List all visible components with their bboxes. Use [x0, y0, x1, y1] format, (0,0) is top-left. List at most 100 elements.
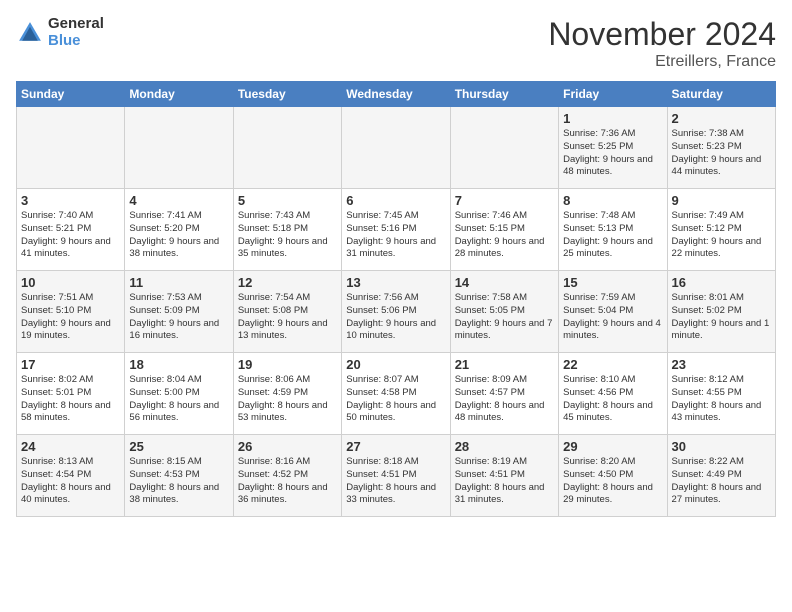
day-number: 19 [238, 357, 337, 372]
calendar-cell [233, 107, 341, 189]
calendar-week-2: 3 Sunrise: 7:40 AM Sunset: 5:21 PM Daylig… [17, 189, 776, 271]
day-info: Sunrise: 8:22 AM Sunset: 4:49 PM Dayligh… [672, 456, 771, 507]
day-info: Sunrise: 7:51 AM Sunset: 5:10 PM Dayligh… [21, 292, 120, 343]
calendar-cell: 17Sunrise: 8:02 AM Sunset: 5:01 PM Dayli… [17, 353, 125, 435]
logo-general: General [48, 16, 104, 33]
calendar-week-3: 10Sunrise: 7:51 AM Sunset: 5:10 PM Dayli… [17, 271, 776, 353]
day-number: 30 [672, 439, 771, 454]
calendar-cell: 2 Sunrise: 7:38 AM Sunset: 5:23 PM Daylig… [667, 107, 775, 189]
day-info: Sunrise: 7:49 AM Sunset: 5:12 PM Dayligh… [672, 210, 771, 261]
day-info: Sunrise: 7:53 AM Sunset: 5:09 PM Dayligh… [129, 292, 228, 343]
day-number: 28 [455, 439, 554, 454]
day-info: Sunrise: 8:09 AM Sunset: 4:57 PM Dayligh… [455, 374, 554, 425]
day-number: 9 [672, 193, 771, 208]
day-number: 25 [129, 439, 228, 454]
day-number: 18 [129, 357, 228, 372]
day-number: 15 [563, 275, 662, 290]
col-friday: Friday [559, 82, 667, 107]
day-number: 26 [238, 439, 337, 454]
calendar-cell: 20 Sunrise: 8:07 AM Sunset: 4:58 PM Dayli… [342, 353, 450, 435]
day-info: Sunrise: 7:40 AM Sunset: 5:21 PM Dayligh… [21, 210, 120, 261]
calendar-cell: 9 Sunrise: 7:49 AM Sunset: 5:12 PM Daylig… [667, 189, 775, 271]
header-row: Sunday Monday Tuesday Wednesday Thursday… [17, 82, 776, 107]
calendar-cell: 18Sunrise: 8:04 AM Sunset: 5:00 PM Dayli… [125, 353, 233, 435]
day-info: Sunrise: 8:16 AM Sunset: 4:52 PM Dayligh… [238, 456, 337, 507]
calendar-cell: 26 Sunrise: 8:16 AM Sunset: 4:52 PM Dayli… [233, 435, 341, 517]
day-info: Sunrise: 7:58 AM Sunset: 5:05 PM Dayligh… [455, 292, 554, 343]
calendar-cell: 4 Sunrise: 7:41 AM Sunset: 5:20 PM Daylig… [125, 189, 233, 271]
day-info: Sunrise: 8:12 AM Sunset: 4:55 PM Dayligh… [672, 374, 771, 425]
day-info: Sunrise: 8:07 AM Sunset: 4:58 PM Dayligh… [346, 374, 445, 425]
day-number: 2 [672, 111, 771, 126]
calendar-cell: 14 Sunrise: 7:58 AM Sunset: 5:05 PM Dayli… [450, 271, 558, 353]
day-number: 29 [563, 439, 662, 454]
calendar-cell: 25Sunrise: 8:15 AM Sunset: 4:53 PM Dayli… [125, 435, 233, 517]
day-info: Sunrise: 8:06 AM Sunset: 4:59 PM Dayligh… [238, 374, 337, 425]
calendar-cell: 8 Sunrise: 7:48 AM Sunset: 5:13 PM Daylig… [559, 189, 667, 271]
calendar-cell [450, 107, 558, 189]
day-number: 20 [346, 357, 445, 372]
calendar-cell: 27Sunrise: 8:18 AM Sunset: 4:51 PM Dayli… [342, 435, 450, 517]
calendar-cell: 3 Sunrise: 7:40 AM Sunset: 5:21 PM Daylig… [17, 189, 125, 271]
day-info: Sunrise: 8:10 AM Sunset: 4:56 PM Dayligh… [563, 374, 662, 425]
day-info: Sunrise: 7:41 AM Sunset: 5:20 PM Dayligh… [129, 210, 228, 261]
day-info: Sunrise: 8:01 AM Sunset: 5:02 PM Dayligh… [672, 292, 771, 343]
day-number: 14 [455, 275, 554, 290]
calendar-cell: 22 Sunrise: 8:10 AM Sunset: 4:56 PM Dayli… [559, 353, 667, 435]
calendar-cell: 1 Sunrise: 7:36 AM Sunset: 5:25 PM Daylig… [559, 107, 667, 189]
calendar-cell: 12Sunrise: 7:54 AM Sunset: 5:08 PM Dayli… [233, 271, 341, 353]
day-number: 6 [346, 193, 445, 208]
col-wednesday: Wednesday [342, 82, 450, 107]
day-info: Sunrise: 7:48 AM Sunset: 5:13 PM Dayligh… [563, 210, 662, 261]
day-number: 13 [346, 275, 445, 290]
calendar-week-1: 1 Sunrise: 7:36 AM Sunset: 5:25 PM Daylig… [17, 107, 776, 189]
day-number: 24 [21, 439, 120, 454]
calendar-body: 1 Sunrise: 7:36 AM Sunset: 5:25 PM Daylig… [17, 107, 776, 517]
calendar-table: Sunday Monday Tuesday Wednesday Thursday… [16, 81, 776, 517]
calendar-cell: 29 Sunrise: 8:20 AM Sunset: 4:50 PM Dayli… [559, 435, 667, 517]
calendar-week-4: 17Sunrise: 8:02 AM Sunset: 5:01 PM Dayli… [17, 353, 776, 435]
day-info: Sunrise: 7:45 AM Sunset: 5:16 PM Dayligh… [346, 210, 445, 261]
day-number: 3 [21, 193, 120, 208]
calendar-cell: 5Sunrise: 7:43 AM Sunset: 5:18 PM Daylig… [233, 189, 341, 271]
logo-icon [16, 19, 44, 47]
col-monday: Monday [125, 82, 233, 107]
col-saturday: Saturday [667, 82, 775, 107]
page-container: General Blue November 2024 Etreillers, F… [0, 0, 792, 527]
day-number: 27 [346, 439, 445, 454]
day-info: Sunrise: 8:20 AM Sunset: 4:50 PM Dayligh… [563, 456, 662, 507]
calendar-cell: 23Sunrise: 8:12 AM Sunset: 4:55 PM Dayli… [667, 353, 775, 435]
day-number: 1 [563, 111, 662, 126]
calendar-cell: 13 Sunrise: 7:56 AM Sunset: 5:06 PM Dayli… [342, 271, 450, 353]
day-info: Sunrise: 7:46 AM Sunset: 5:15 PM Dayligh… [455, 210, 554, 261]
day-info: Sunrise: 7:56 AM Sunset: 5:06 PM Dayligh… [346, 292, 445, 343]
calendar-cell [342, 107, 450, 189]
calendar-cell: 24 Sunrise: 8:13 AM Sunset: 4:54 PM Dayli… [17, 435, 125, 517]
day-number: 4 [129, 193, 228, 208]
col-tuesday: Tuesday [233, 82, 341, 107]
calendar-cell: 28 Sunrise: 8:19 AM Sunset: 4:51 PM Dayli… [450, 435, 558, 517]
day-info: Sunrise: 8:13 AM Sunset: 4:54 PM Dayligh… [21, 456, 120, 507]
col-sunday: Sunday [17, 82, 125, 107]
day-number: 12 [238, 275, 337, 290]
calendar-cell: 30 Sunrise: 8:22 AM Sunset: 4:49 PM Dayli… [667, 435, 775, 517]
day-number: 5 [238, 193, 337, 208]
day-number: 7 [455, 193, 554, 208]
calendar-header: Sunday Monday Tuesday Wednesday Thursday… [17, 82, 776, 107]
day-info: Sunrise: 7:36 AM Sunset: 5:25 PM Dayligh… [563, 128, 662, 179]
logo-text: General Blue [48, 16, 104, 49]
calendar-cell: 10Sunrise: 7:51 AM Sunset: 5:10 PM Dayli… [17, 271, 125, 353]
day-number: 8 [563, 193, 662, 208]
calendar-cell: 11Sunrise: 7:53 AM Sunset: 5:09 PM Dayli… [125, 271, 233, 353]
day-info: Sunrise: 7:59 AM Sunset: 5:04 PM Dayligh… [563, 292, 662, 343]
day-info: Sunrise: 8:19 AM Sunset: 4:51 PM Dayligh… [455, 456, 554, 507]
day-number: 22 [563, 357, 662, 372]
calendar-cell: 15 Sunrise: 7:59 AM Sunset: 5:04 PM Dayli… [559, 271, 667, 353]
calendar-cell [125, 107, 233, 189]
month-title: November 2024 [548, 16, 776, 53]
calendar-cell: 19 Sunrise: 8:06 AM Sunset: 4:59 PM Dayli… [233, 353, 341, 435]
calendar-week-5: 24 Sunrise: 8:13 AM Sunset: 4:54 PM Dayli… [17, 435, 776, 517]
day-info: Sunrise: 7:38 AM Sunset: 5:23 PM Dayligh… [672, 128, 771, 179]
day-number: 17 [21, 357, 120, 372]
day-number: 21 [455, 357, 554, 372]
